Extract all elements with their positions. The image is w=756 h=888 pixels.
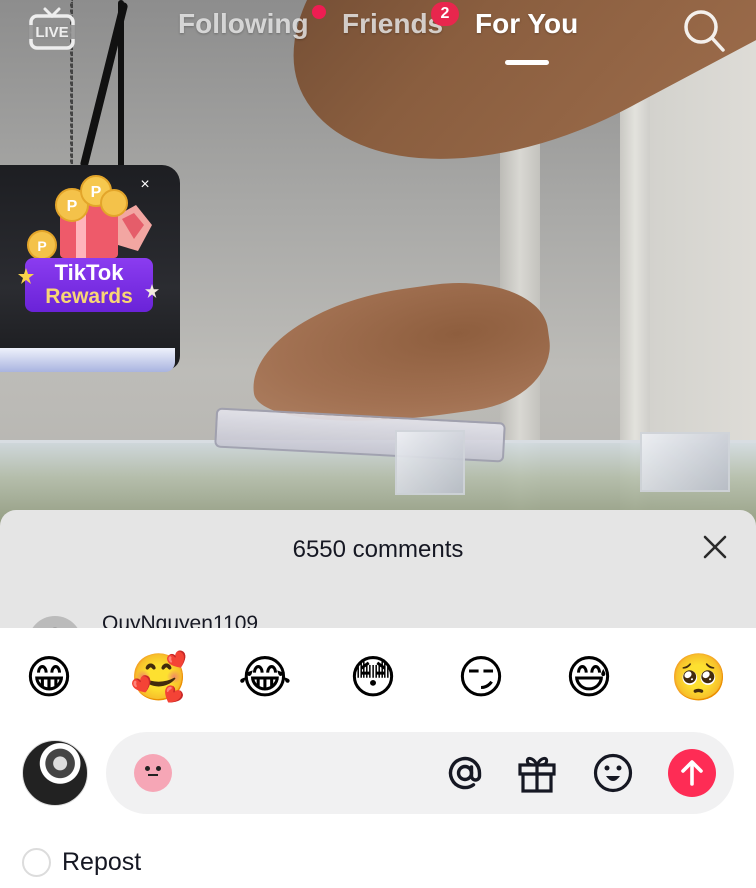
sticker-icon-eye [156, 766, 161, 771]
repost-option[interactable]: Repost [22, 846, 141, 878]
search-button[interactable] [680, 6, 728, 54]
comment-input-panel: 😁 🥰 😂 😳 😏 😅 🥺 Repost [0, 628, 756, 888]
comments-count-title: 6550 comments [292, 536, 464, 563]
video-scene-tank-part [640, 432, 730, 492]
sticker-icon-mouth [148, 774, 158, 776]
quick-emoji-bar: 😁 🥰 😂 😳 😏 😅 🥺 [0, 650, 756, 710]
tab-friends[interactable]: Friends [342, 8, 443, 40]
rewards-subtitle: Rewards [45, 285, 133, 308]
star-icon [145, 284, 159, 298]
following-notification-dot [312, 5, 326, 19]
live-tv-icon: LIVE [28, 7, 76, 50]
svg-text:P: P [67, 198, 78, 215]
rewards-close-button[interactable]: × [135, 175, 155, 195]
gift-icon [518, 756, 556, 793]
emoji-grinning-face-with-sweat[interactable]: 😅 [562, 650, 616, 704]
send-arrow-icon [681, 760, 703, 786]
user-avatar [22, 740, 88, 806]
live-button[interactable]: LIVE [28, 6, 76, 50]
close-icon [703, 535, 727, 559]
emoji-flushed-face[interactable]: 😳 [346, 650, 400, 704]
top-navigation: LIVE Following Friends 2 For You [0, 0, 756, 80]
repost-label: Repost [62, 847, 142, 876]
emoji-picker-button[interactable] [592, 752, 634, 794]
svg-text:P: P [91, 184, 102, 201]
send-button[interactable] [668, 749, 716, 797]
emoji-smiling-face-with-hearts[interactable]: 🥰 [130, 650, 187, 704]
gift-button[interactable] [516, 752, 558, 794]
sticker-button[interactable] [134, 754, 172, 792]
search-icon [684, 10, 725, 52]
emoji-pleading-face[interactable]: 🥺 [670, 650, 727, 704]
sticker-icon-eye [145, 766, 150, 771]
tab-for-you[interactable]: For You [475, 8, 578, 40]
video-scene-lamp-light [0, 348, 175, 372]
rewards-label[interactable]: TikTok Rewards [25, 258, 153, 312]
svg-text:LIVE: LIVE [35, 24, 68, 41]
friends-badge: 2 [431, 2, 459, 26]
star-icon [18, 268, 34, 284]
comment-input-field[interactable] [106, 732, 734, 814]
emoji-smirking-face[interactable]: 😏 [454, 650, 508, 704]
emoji-face-icon [593, 753, 633, 793]
at-icon [448, 756, 482, 790]
comments-sheet: 6550 comments QuyNguyen1109 [0, 510, 756, 670]
video-scene-tank-part [395, 430, 465, 495]
mention-button[interactable] [444, 752, 486, 794]
svg-text:P: P [37, 238, 46, 254]
emoji-face-with-tears-of-joy[interactable]: 😂 [238, 650, 292, 704]
active-tab-indicator [505, 60, 549, 65]
close-comments-button[interactable] [698, 530, 732, 564]
tab-following[interactable]: Following [178, 8, 309, 40]
emoji-grinning-face-with-smiling-eyes[interactable]: 😁 [22, 650, 76, 704]
repost-radio[interactable] [22, 847, 51, 877]
rewards-title: TikTok [54, 260, 124, 285]
